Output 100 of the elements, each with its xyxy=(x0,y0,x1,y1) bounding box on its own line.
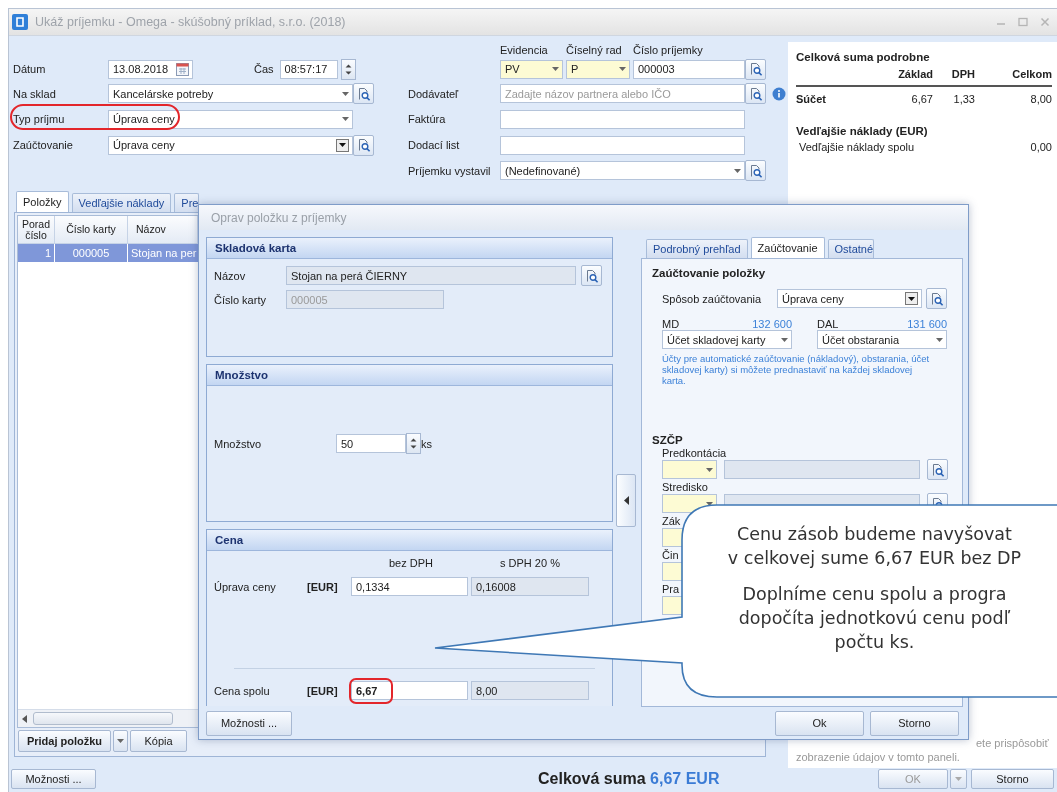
dropdown[interactable]: (Nedefinované) xyxy=(500,161,745,180)
caret-icon xyxy=(552,67,559,71)
field-label: MD xyxy=(662,318,680,330)
options-button[interactable]: Možnosti ... xyxy=(11,769,96,789)
left-arrow-icon[interactable] xyxy=(22,714,27,723)
search-icon xyxy=(748,163,763,178)
row-label: Vedľajšie náklady spolu xyxy=(799,141,915,153)
dropdown-button[interactable] xyxy=(336,138,349,152)
caret-icon xyxy=(936,337,943,342)
search-button[interactable] xyxy=(745,160,766,181)
search-button[interactable] xyxy=(927,459,948,480)
search-icon xyxy=(930,462,945,477)
caret-icon xyxy=(734,168,741,173)
input-field[interactable]: 50 xyxy=(336,434,406,453)
field-label: Množstvo xyxy=(214,437,262,450)
account-number[interactable]: 131 600 xyxy=(907,318,947,330)
search-button[interactable] xyxy=(745,83,766,104)
tab[interactable]: Podrobný prehľad xyxy=(646,239,748,258)
dropdown[interactable]: Úprava ceny xyxy=(777,289,922,308)
date-field[interactable]: 13.08.2018 xyxy=(108,59,193,79)
horizontal-scrollbar[interactable] xyxy=(18,709,198,727)
column-header: bez DPH xyxy=(388,557,434,569)
panel-title: Celková suma podrobne xyxy=(796,51,931,63)
search-button[interactable] xyxy=(926,288,947,309)
section-title: SZČP xyxy=(652,434,684,446)
caret-icon xyxy=(706,501,713,506)
info-icon xyxy=(772,86,786,101)
search-icon xyxy=(356,86,371,101)
hint-text: ete prispôsobiť xyxy=(975,736,1050,750)
field-label: Stredisko xyxy=(662,481,708,493)
field-label: Predkontácia xyxy=(662,447,727,459)
ok-button[interactable]: Ok xyxy=(775,710,864,736)
tab[interactable]: Ostatné xyxy=(827,239,875,258)
options-button[interactable]: Možnosti ... xyxy=(206,710,292,736)
search-button[interactable] xyxy=(581,265,602,286)
field-label: Faktúra xyxy=(408,113,446,125)
caret-icon xyxy=(342,117,349,121)
collapse-button[interactable] xyxy=(616,474,636,527)
hint-text: zobrazenie údajov v tomto paneli. xyxy=(796,750,961,764)
spin-buttons[interactable] xyxy=(406,433,421,454)
column-header: Celkom xyxy=(1011,68,1052,80)
input-field[interactable] xyxy=(500,109,745,129)
search-button[interactable] xyxy=(745,58,766,80)
time-field[interactable]: 08:57:17 xyxy=(279,59,338,79)
table-cell-text: 1,33 xyxy=(952,93,975,105)
dropdown[interactable]: Úprava ceny xyxy=(108,135,353,155)
section-header: Cena xyxy=(207,530,612,551)
field-label: Pra xyxy=(662,583,680,595)
field-label: Číslo príjemky xyxy=(633,43,704,56)
dropdown[interactable]: Účet obstarania xyxy=(817,330,947,349)
input-field[interactable]: 8,00 xyxy=(471,681,589,700)
search-button[interactable] xyxy=(353,83,374,104)
search-icon xyxy=(748,86,763,101)
table-cell-text: 6,67 xyxy=(910,93,933,105)
cancel-button[interactable]: Storno xyxy=(870,710,959,736)
section-title: Vedľajšie náklady (EUR) xyxy=(796,125,929,137)
cancel-button[interactable]: Storno xyxy=(971,769,1054,789)
dropdown[interactable]: Účet skladovej karty xyxy=(662,330,792,349)
field-label: Evidencia xyxy=(500,43,549,56)
dropdown-button[interactable] xyxy=(905,292,918,305)
input-field[interactable]: 6,67 xyxy=(351,681,468,700)
tab[interactable]: Položky xyxy=(16,191,69,212)
dropdown[interactable]: P xyxy=(566,59,630,79)
caret-icon xyxy=(955,777,962,781)
table-cell: 000005 xyxy=(55,244,128,262)
input-field[interactable] xyxy=(500,135,745,155)
section-header: Skladová karta xyxy=(207,238,612,259)
table-cell: 0,00 xyxy=(1030,141,1052,153)
window-title: Ukáž príjemku - Omega - skúšobný príklad, s.r.o. (2018) xyxy=(35,15,346,29)
callout-text: dopočíta jednotkovú cenu podľ xyxy=(737,607,1012,630)
spin-buttons[interactable] xyxy=(340,58,356,80)
account-number[interactable]: 132 600 xyxy=(752,318,792,330)
dropdown[interactable]: PV xyxy=(500,59,563,79)
input-field[interactable] xyxy=(724,460,920,479)
button[interactable]: Kópia xyxy=(130,730,187,752)
row-label: Súčet xyxy=(796,93,827,105)
tab[interactable]: Pre xyxy=(174,193,200,212)
tab[interactable]: Zaúčtovanie xyxy=(750,237,825,258)
currency-label: [EUR] xyxy=(307,684,339,697)
input-field[interactable]: 0,16008 xyxy=(471,577,589,596)
field-label: Číslo karty xyxy=(214,293,267,306)
caret-icon xyxy=(619,67,626,71)
highlight-ring xyxy=(349,678,393,704)
field-label: Cena spolu xyxy=(214,684,271,697)
dropdown[interactable]: Úprava ceny xyxy=(108,109,353,129)
input-field[interactable]: 0,1334 xyxy=(351,577,468,596)
add-item-button[interactable]: Pridaj položku xyxy=(18,730,111,752)
column-header: Názov xyxy=(128,216,198,244)
table-cell-text: 8,00 xyxy=(1029,93,1052,105)
app-icon xyxy=(12,14,28,30)
total-label: Celková suma 6,67 EUR xyxy=(538,770,720,788)
input-field[interactable]: 000003 xyxy=(633,59,745,79)
field-label: Typ príjmu xyxy=(13,113,65,125)
search-button[interactable] xyxy=(353,134,374,156)
left-triangle-icon xyxy=(623,496,629,505)
input-field[interactable]: Stojan na perá ČIERNY xyxy=(286,266,576,285)
up-down-arrows-icon xyxy=(344,62,352,76)
tab[interactable]: Vedľajšie náklady xyxy=(71,193,172,212)
dropdown[interactable]: Kancelárske potreby xyxy=(108,84,353,103)
table-cell: 1 xyxy=(18,244,55,262)
